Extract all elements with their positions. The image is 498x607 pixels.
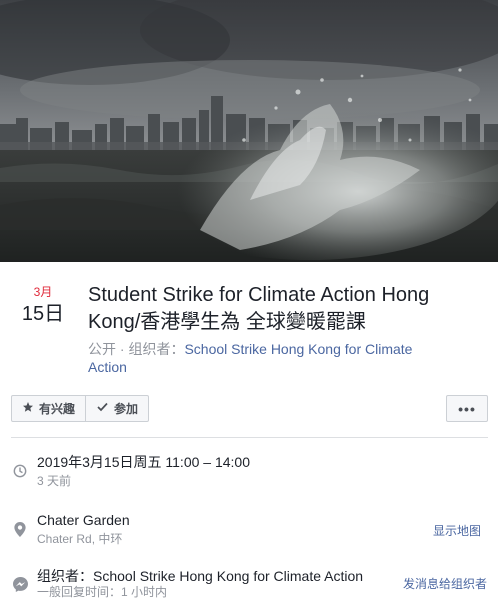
response-time: 一般回复时间：1 小时内 — [37, 585, 168, 599]
interested-label: 有兴趣 — [39, 402, 76, 416]
rsvp-button-group: 有兴趣 参加 — [11, 395, 150, 422]
organizer-link-line1: School Strike Hong Kong for Climate — [184, 341, 413, 357]
organizer-link-line2: Action — [88, 359, 127, 375]
checkmark-icon — [96, 401, 109, 416]
meta-separator: · — [116, 341, 129, 357]
location-name[interactable]: Chater Garden — [37, 511, 130, 529]
event-meta: 公开 · 组织者：School Strike Hong Kong for Cli… — [88, 340, 488, 376]
event-title-line2: Kong/香港學生為 全球變暖罷課 — [88, 311, 366, 333]
event-time: 2019年3月15日周五 11:00 – 14:00 — [37, 454, 250, 470]
clock-icon — [12, 463, 28, 479]
event-day: 15日 — [21, 303, 65, 325]
location-address: Chater Rd, 中环 — [37, 532, 123, 546]
cover-photo — [0, 0, 498, 262]
message-organizer-link[interactable]: 发消息给组织者 — [403, 575, 487, 592]
going-button[interactable]: 参加 — [85, 396, 148, 421]
going-label: 参加 — [114, 402, 139, 416]
star-icon — [22, 401, 34, 416]
interested-button[interactable]: 有兴趣 — [12, 396, 85, 421]
event-title: Student Strike for Climate Action Hong K… — [88, 282, 488, 336]
event-title-line1: Student Strike for Climate Action Hong — [88, 284, 430, 306]
organizer-prefix: 组织者： — [128, 341, 185, 357]
event-header: Student Strike for Climate Action Hong K… — [88, 282, 488, 376]
event-date: 3月 15日 — [16, 284, 70, 326]
privacy-label: 公开 — [88, 341, 116, 357]
map-pin-icon — [12, 521, 28, 537]
action-bar: 有兴趣 参加 ••• — [11, 395, 488, 423]
more-options-button[interactable]: ••• — [446, 395, 488, 422]
event-time-relative: 3 天前 — [37, 474, 72, 488]
show-map-link[interactable]: 显示地图 — [433, 522, 481, 539]
divider — [11, 437, 488, 438]
messenger-icon — [12, 576, 28, 592]
event-month: 3月 — [33, 285, 53, 299]
organizer-name: 组织者：School Strike Hong Kong for Climate … — [37, 568, 364, 584]
